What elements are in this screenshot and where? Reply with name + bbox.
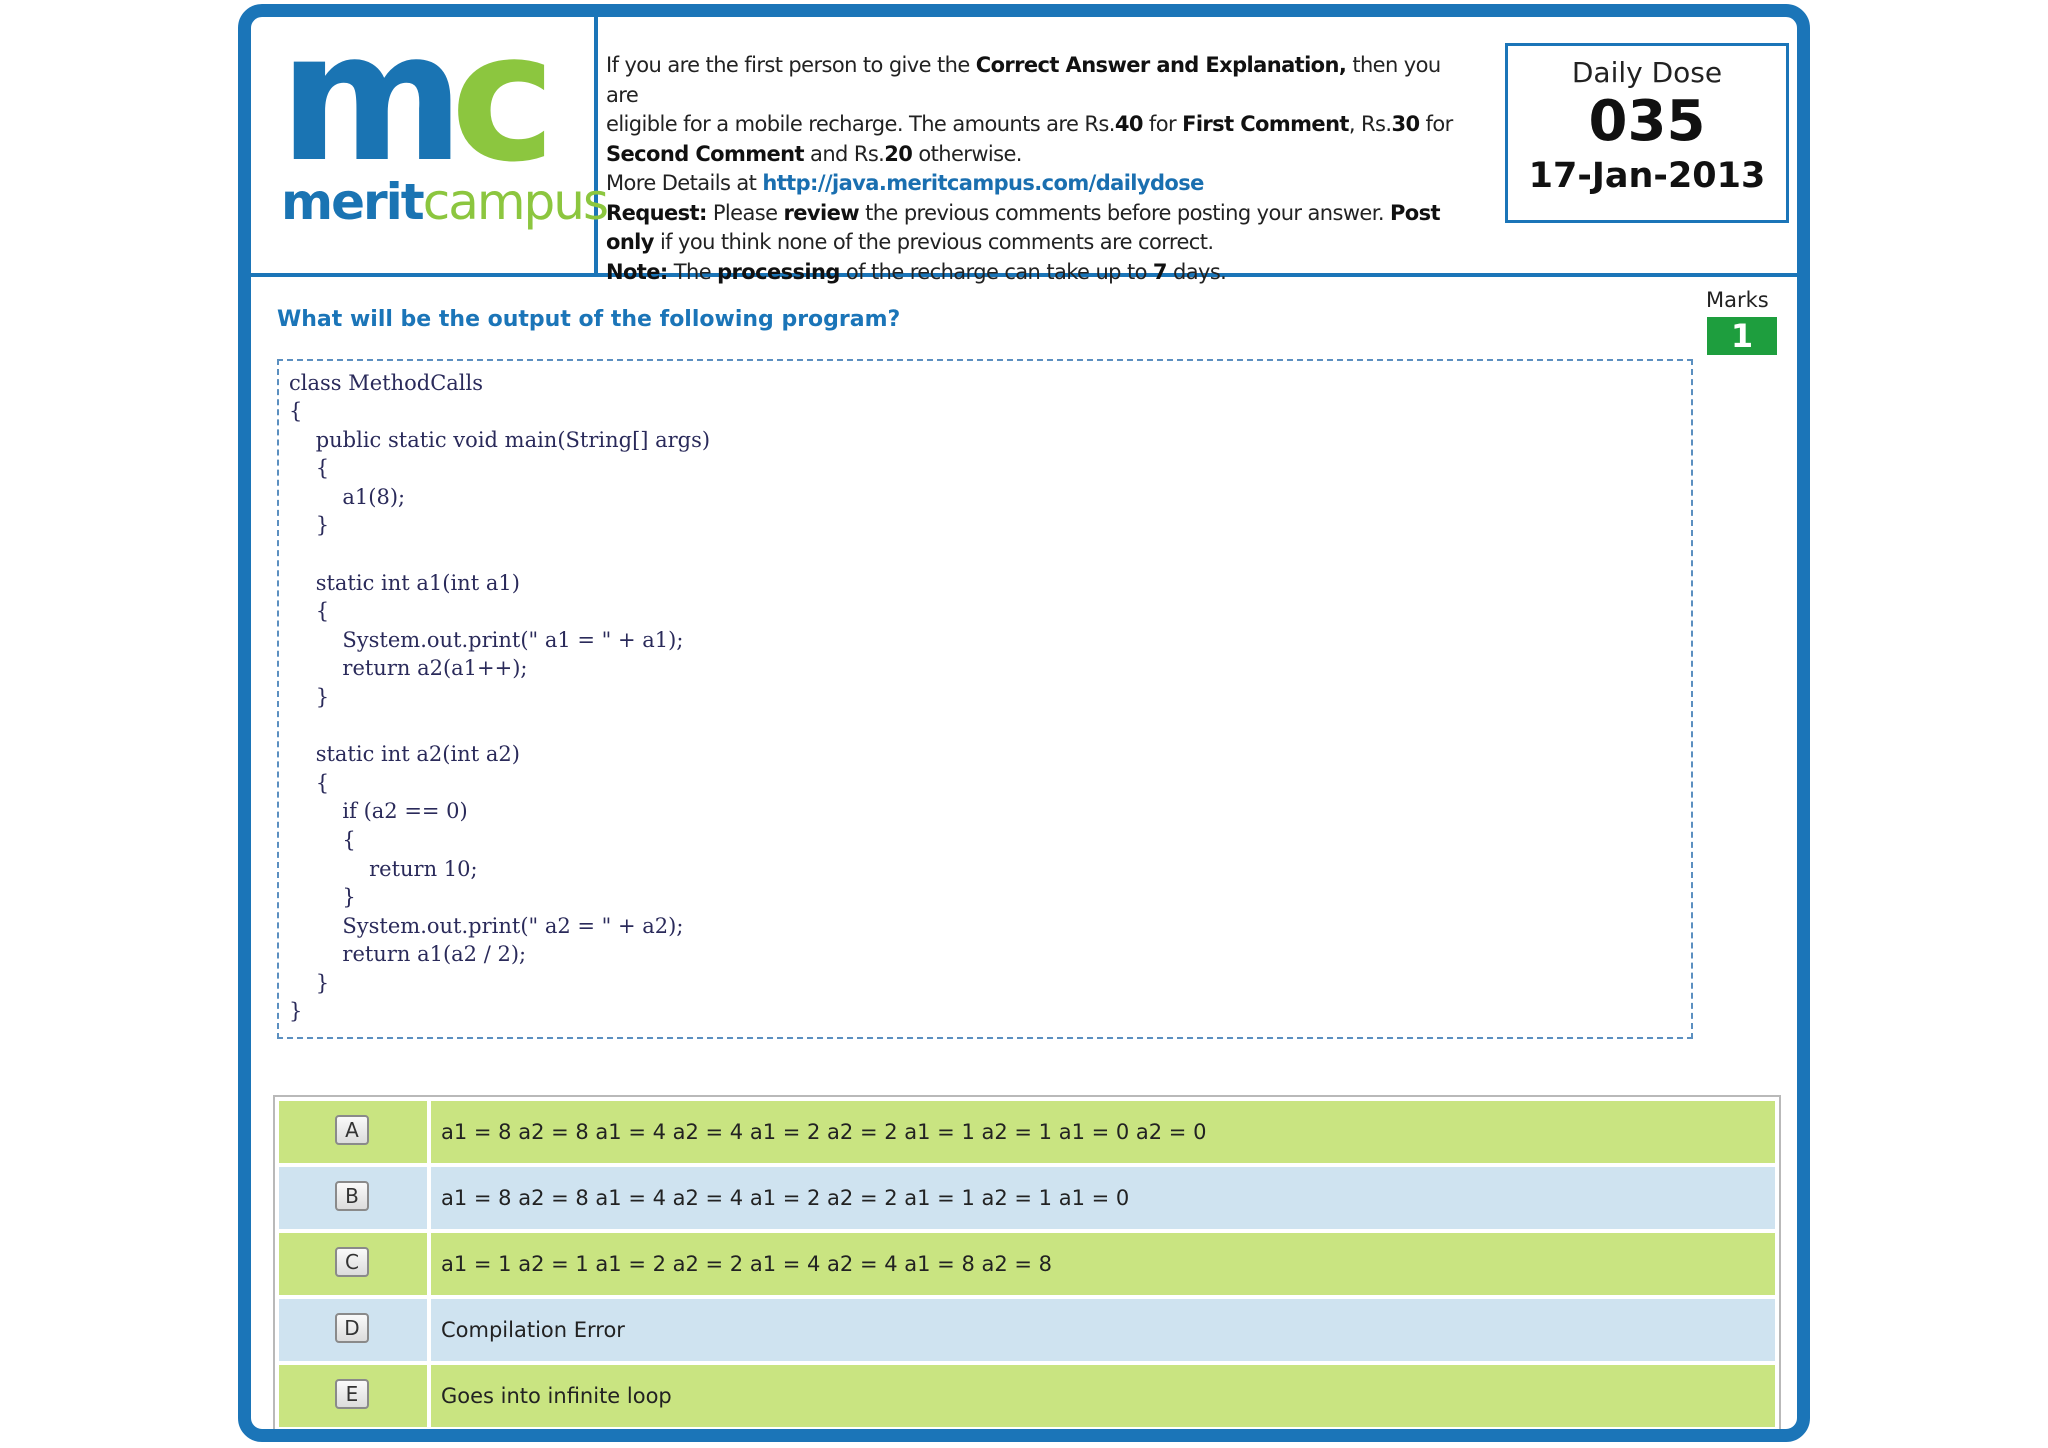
code-line: public static void main(String[] args) <box>289 428 711 452</box>
option-d-row[interactable]: D Compilation Error <box>279 1299 1775 1361</box>
option-letter-cell: A <box>279 1101 427 1163</box>
code-line: return 10; <box>289 857 478 881</box>
logo-mark: mc <box>279 17 556 187</box>
code-line: System.out.print(" a2 = " + a2); <box>289 914 684 938</box>
code-line: a1(8); <box>289 485 406 509</box>
daily-dose-date: 17-Jan-2013 <box>1528 155 1766 196</box>
option-letter-cell: E <box>279 1365 427 1427</box>
logo-word-merit: merit <box>281 173 425 231</box>
option-d-button[interactable]: D <box>335 1313 369 1343</box>
code-line: } <box>289 685 330 709</box>
daily-dose-box: Daily Dose 035 17-Jan-2013 <box>1505 43 1789 223</box>
option-e-text: Goes into infinite loop <box>431 1365 1775 1427</box>
option-d-text: Compilation Error <box>431 1299 1775 1361</box>
option-e-row[interactable]: E Goes into infinite loop <box>279 1365 1775 1427</box>
info-line: only if you think none of the previous c… <box>606 230 1214 254</box>
option-e-button[interactable]: E <box>335 1379 369 1409</box>
daily-dose-link[interactable]: http://java.meritcampus.com/dailydose <box>762 171 1204 195</box>
header: mc meritcampus If you are the first pers… <box>251 17 1797 284</box>
logo-mark-c: c <box>450 4 555 201</box>
info-line: eligible for a mobile recharge. The amou… <box>606 112 1453 136</box>
logo-wordmark: meritcampus <box>281 177 609 227</box>
code-line: System.out.print(" a1 = " + a1); <box>289 628 684 652</box>
question-card: mc meritcampus If you are the first pers… <box>238 4 1810 1442</box>
code-line: { <box>289 771 330 795</box>
option-c-row[interactable]: C a1 = 1 a2 = 1 a1 = 2 a2 = 2 a1 = 4 a2 … <box>279 1233 1775 1295</box>
option-b-text: a1 = 8 a2 = 8 a1 = 4 a2 = 4 a1 = 2 a2 = … <box>431 1167 1775 1229</box>
info-line: More Details at http://java.meritcampus.… <box>606 171 1204 195</box>
code-line: } <box>289 885 356 909</box>
code-line: { <box>289 828 356 852</box>
code-line: } <box>289 999 303 1023</box>
code-line: static int a1(int a1) <box>289 571 520 595</box>
option-a-button[interactable]: A <box>335 1115 369 1145</box>
code-line: { <box>289 599 330 623</box>
option-b-button[interactable]: B <box>335 1181 369 1211</box>
contest-info: If you are the first person to give the … <box>606 51 1476 287</box>
code-block: class MethodCalls { public static void m… <box>277 359 1693 1039</box>
code-line: return a2(a1++); <box>289 656 528 680</box>
option-a-row[interactable]: A a1 = 8 a2 = 8 a1 = 4 a2 = 4 a1 = 2 a2 … <box>279 1101 1775 1163</box>
code-line: } <box>289 971 330 995</box>
option-letter-cell: D <box>279 1299 427 1361</box>
option-b-row[interactable]: B a1 = 8 a2 = 8 a1 = 4 a2 = 4 a1 = 2 a2 … <box>279 1167 1775 1229</box>
info-line: Note: The processing of the recharge can… <box>606 259 1227 284</box>
daily-dose-number: 035 <box>1588 89 1706 154</box>
question-text: What will be the output of the following… <box>277 307 901 332</box>
marks-value: 1 <box>1707 317 1777 355</box>
option-c-text: a1 = 1 a2 = 1 a1 = 2 a2 = 2 a1 = 4 a2 = … <box>431 1233 1775 1295</box>
logo: mc meritcampus <box>251 17 609 273</box>
code-line: { <box>289 456 330 480</box>
code-line: return a1(a2 / 2); <box>289 942 527 966</box>
option-a-text: a1 = 8 a2 = 8 a1 = 4 a2 = 4 a1 = 2 a2 = … <box>431 1101 1775 1163</box>
code-line: class MethodCalls <box>289 371 484 395</box>
option-c-button[interactable]: C <box>335 1247 369 1277</box>
marks-label: Marks <box>1706 288 1769 312</box>
info-line: If you are the first person to give the … <box>606 53 1441 107</box>
option-letter-cell: B <box>279 1167 427 1229</box>
logo-mark-m: m <box>279 4 465 201</box>
code-line: static int a2(int a2) <box>289 742 520 766</box>
info-line: Second Comment and Rs.20 otherwise. <box>606 141 1022 166</box>
code-line: { <box>289 399 303 423</box>
option-letter-cell: C <box>279 1233 427 1295</box>
code-line: } <box>289 513 330 537</box>
answer-options: A a1 = 8 a2 = 8 a1 = 4 a2 = 4 a1 = 2 a2 … <box>273 1095 1781 1429</box>
info-line: Request: Please review the previous comm… <box>606 200 1441 225</box>
logo-word-campus: campus <box>422 173 609 231</box>
daily-dose-title: Daily Dose <box>1571 56 1723 89</box>
code-line: if (a2 == 0) <box>289 799 468 823</box>
